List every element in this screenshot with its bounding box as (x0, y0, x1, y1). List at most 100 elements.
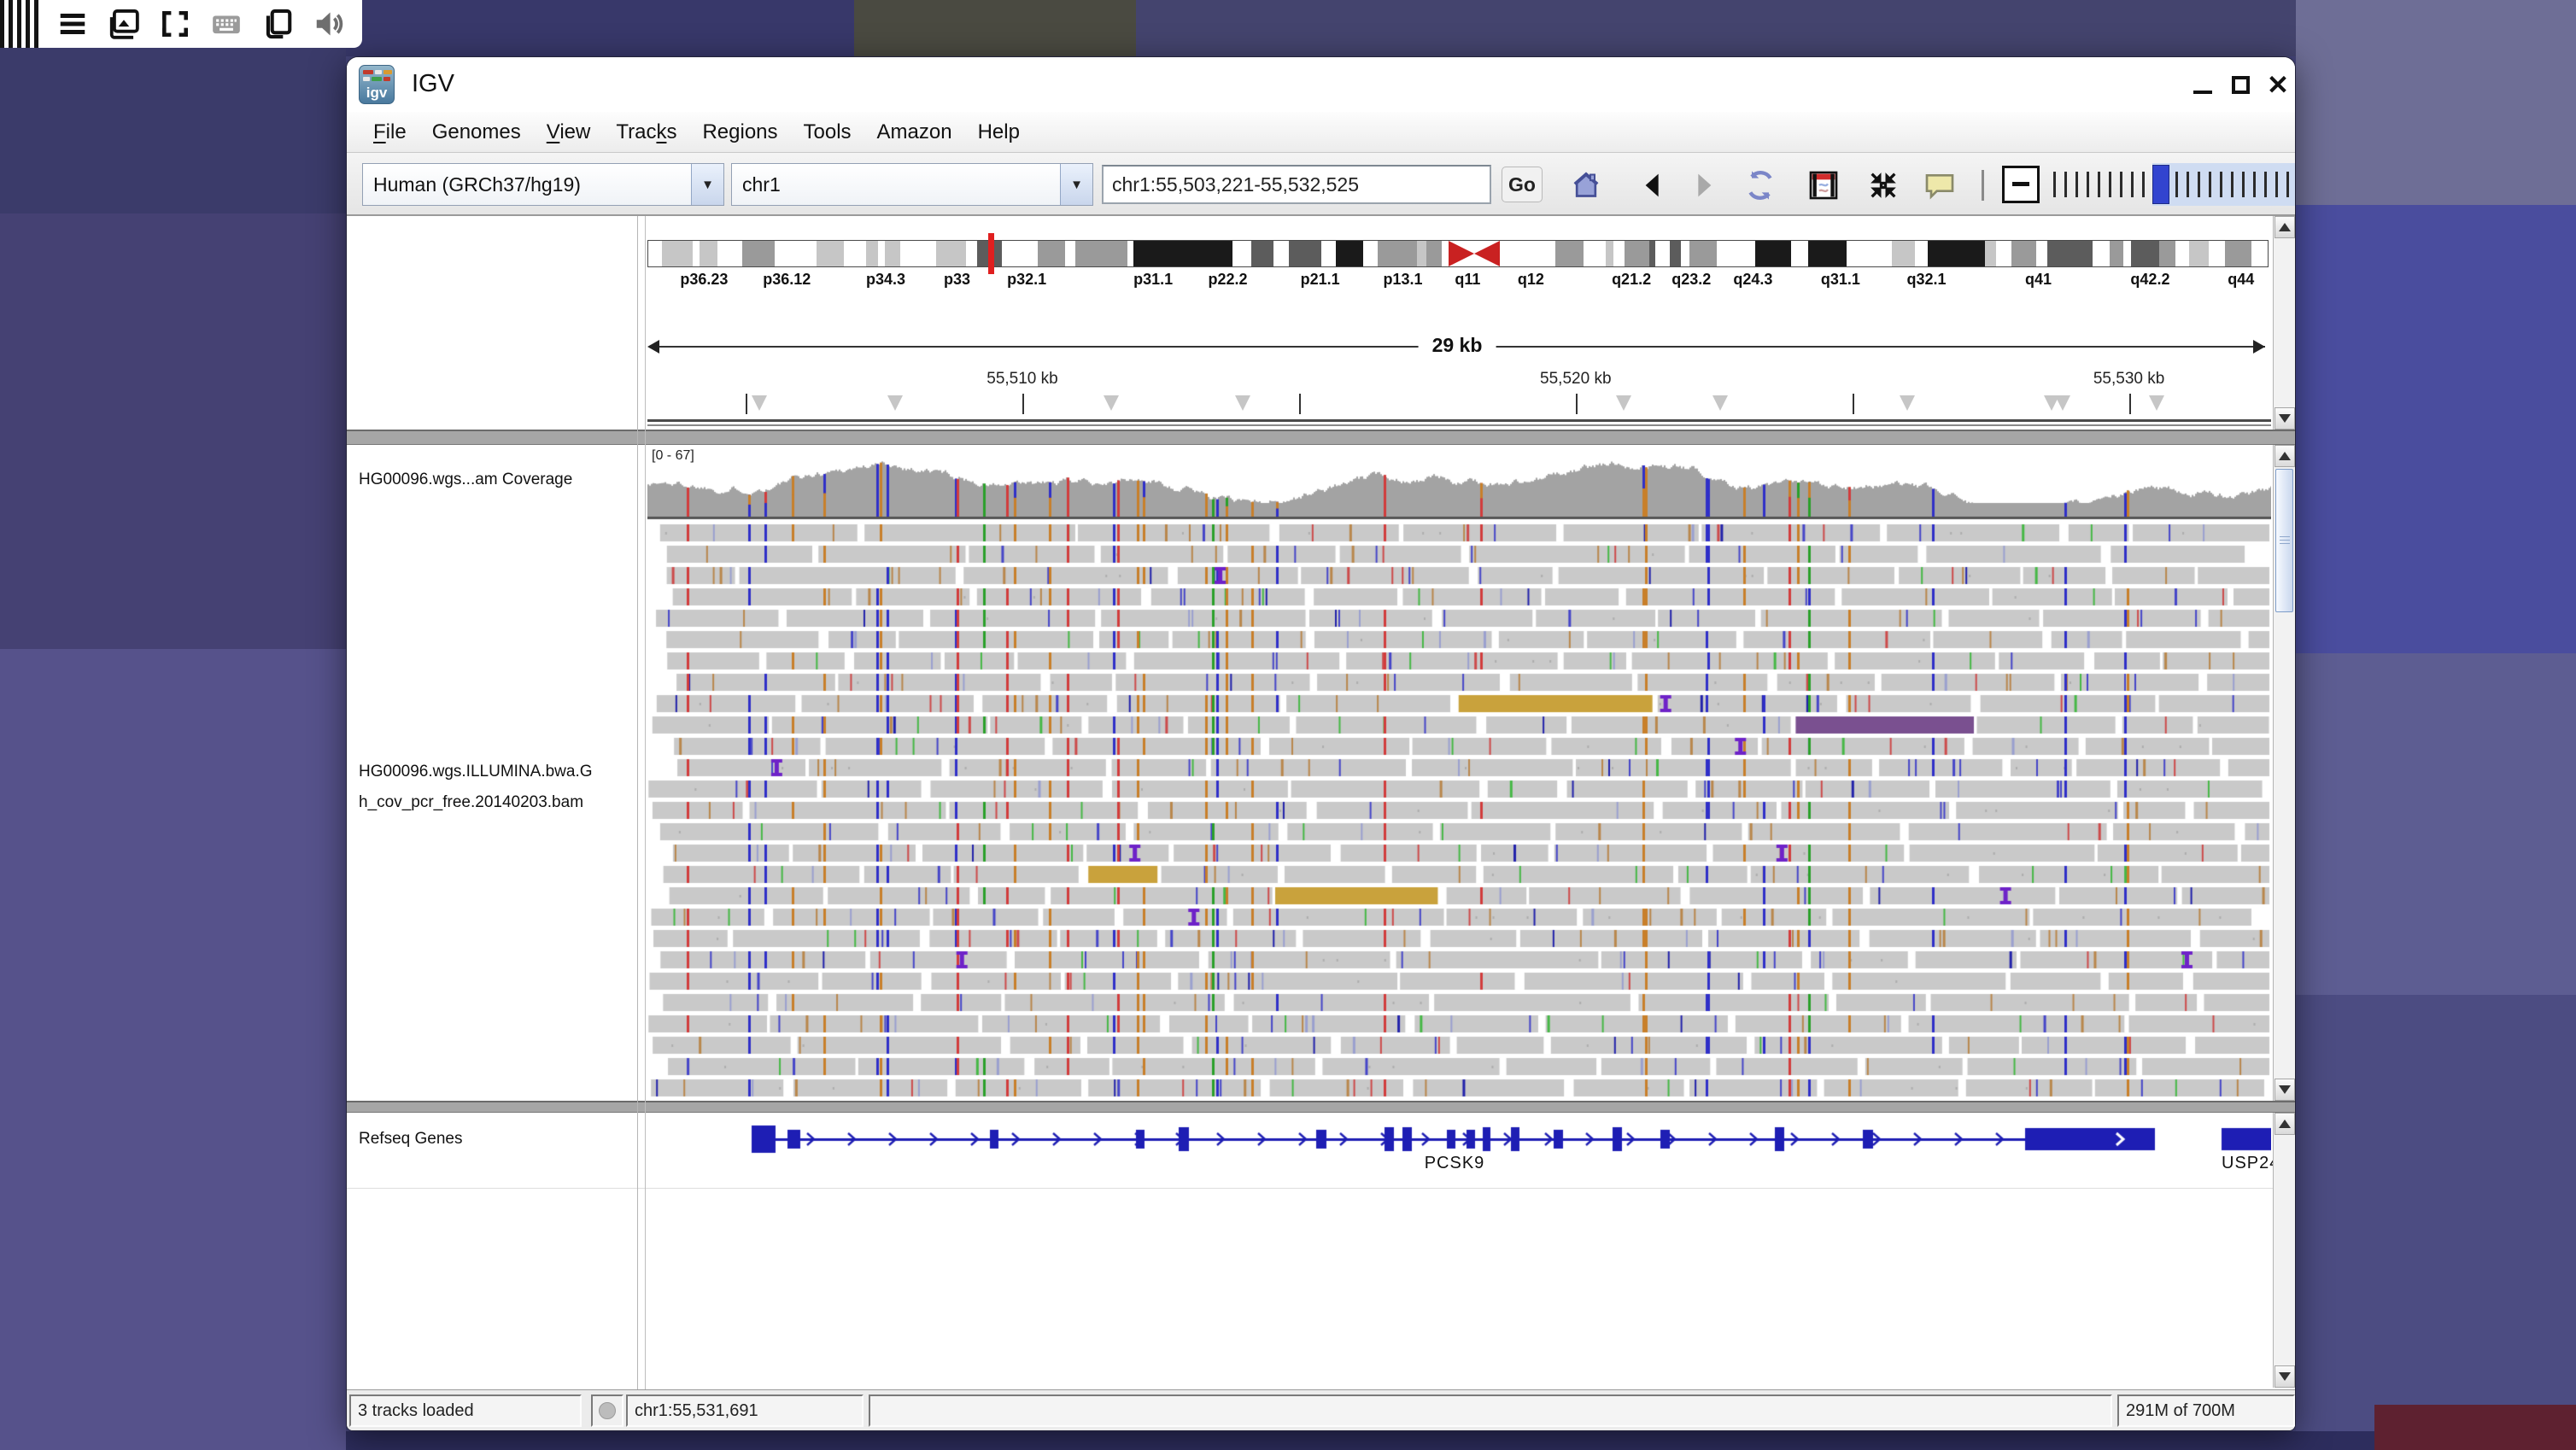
ruler-tick (1022, 394, 1024, 414)
home-icon[interactable] (1566, 167, 1606, 204)
cytoband (1336, 241, 1363, 266)
scrollbar-thumb[interactable] (2275, 469, 2293, 612)
cytoband (1273, 241, 1289, 266)
minimize-button[interactable] (2192, 74, 2217, 96)
background-patch (346, 1431, 2374, 1450)
alignment-track-label-line1[interactable]: HG00096.wgs.ILLUMINA.bwa.G (359, 763, 593, 781)
refresh-icon[interactable] (1741, 167, 1780, 204)
zoom-tick (2098, 172, 2100, 197)
chevron-down-icon[interactable]: ▼ (691, 164, 723, 205)
cytoband (1066, 241, 1075, 266)
collapse-tracks-icon[interactable] (1864, 167, 1903, 204)
zoom-tick (2131, 172, 2134, 197)
forward-icon[interactable] (1684, 167, 1724, 204)
span-arrowhead-left (647, 340, 659, 354)
panel-splitter[interactable] (347, 430, 2296, 445)
chromosome-select[interactable]: chr1 ▼ (731, 163, 1093, 206)
close-button[interactable]: ✕ (2265, 74, 2291, 96)
status-message (869, 1394, 2112, 1427)
chevron-down-icon[interactable]: ▼ (1060, 164, 1092, 205)
cytoband (1442, 241, 1449, 266)
cytoband-label: p34.3 (866, 271, 905, 289)
cytoband (1985, 241, 1996, 266)
region-tool-icon[interactable] (1804, 167, 1843, 204)
zoom-tick (2286, 172, 2289, 197)
copy-icon[interactable] (260, 6, 296, 42)
ruler-baseline (647, 419, 2271, 422)
gene-name-usp24: USP24 (2222, 1154, 2280, 1173)
alignment-canvas[interactable] (647, 445, 2271, 1101)
scroll-up-button[interactable] (2274, 445, 2295, 467)
marker-triangle-icon (1712, 395, 1728, 411)
zoom-tick (2187, 172, 2189, 197)
menu-item-genomes[interactable]: Genomes (432, 120, 521, 144)
menu-item-regions[interactable]: Regions (702, 120, 777, 144)
cytoband (2123, 241, 2132, 266)
ideogram-scrollbar[interactable] (2273, 216, 2295, 430)
chromosome-ideogram[interactable] (647, 240, 2269, 267)
cytoband (1717, 241, 1755, 266)
zoom-tick (2275, 172, 2278, 197)
menu-item-tools[interactable]: Tools (804, 120, 852, 144)
cytoband (1670, 241, 1681, 266)
scroll-down-button[interactable] (2274, 1079, 2295, 1101)
panel-splitter[interactable] (347, 1101, 2296, 1113)
chromosome-select-value: chr1 (732, 173, 1060, 196)
scroll-down-button[interactable] (2274, 1365, 2295, 1388)
go-button[interactable]: Go (1502, 167, 1543, 202)
zoom-out-icon[interactable] (2002, 166, 2040, 203)
gene-scrollbar[interactable] (2273, 1113, 2295, 1388)
track-separator (347, 1188, 2296, 1189)
fullscreen-icon[interactable] (157, 6, 193, 42)
menu-item-help[interactable]: Help (978, 120, 1020, 144)
gene-canvas[interactable] (647, 1113, 2271, 1190)
cytoband (1625, 241, 1649, 266)
tooltip-bubble-icon[interactable] (1920, 167, 1959, 204)
title-bar[interactable]: igv IGV ✕ (347, 57, 2295, 112)
menu-icon[interactable] (55, 6, 91, 42)
cytoband-label: p36.12 (763, 271, 811, 289)
keyboard-icon[interactable] (208, 6, 244, 42)
background-patch (0, 649, 346, 1450)
ruler-tick (1299, 394, 1301, 414)
menu-item-file[interactable]: File (373, 120, 407, 144)
cytoband (1321, 241, 1335, 266)
cytoband-label: q24.3 (1733, 271, 1772, 289)
cytoband (900, 241, 936, 266)
scroll-down-button[interactable] (2274, 407, 2295, 430)
back-icon[interactable] (1633, 167, 1672, 204)
background-patch (0, 213, 346, 649)
alignment-scrollbar[interactable] (2273, 445, 2295, 1101)
main-content: p36.23p36.12p34.3p33p32.1p31.1p22.2p21.1… (347, 216, 2296, 1389)
centromere-icon (1449, 241, 1474, 266)
cytoband (2159, 241, 2175, 266)
scroll-up-button[interactable] (2274, 1113, 2295, 1135)
label-column-divider[interactable] (637, 216, 638, 1389)
cytoband-label: p32.1 (1007, 271, 1046, 289)
speaker-icon[interactable] (311, 6, 347, 42)
cytoband (1681, 241, 1689, 266)
background-patch (346, 0, 854, 56)
cytoband (1251, 241, 1273, 266)
zoom-tick (2264, 172, 2267, 197)
gene-track-label[interactable]: Refseq Genes (359, 1130, 462, 1149)
zoom-slider[interactable] (2050, 163, 2295, 206)
marker-triangle-icon (2149, 395, 2164, 411)
gallery-icon[interactable] (106, 6, 142, 42)
alignment-track-label-line2[interactable]: h_cov_pcr_free.20140203.bam (359, 793, 583, 812)
locus-input[interactable] (1102, 165, 1491, 204)
menu-item-tracks[interactable]: Tracks (616, 120, 676, 144)
zoom-slider-highlight (2152, 163, 2295, 206)
marker-triangle-icon (752, 395, 767, 411)
cytoband (2131, 241, 2158, 266)
taskbar (0, 0, 362, 48)
zoom-slider-thumb[interactable] (2152, 165, 2169, 204)
menu-item-amazon[interactable]: Amazon (877, 120, 952, 144)
cytoband (2189, 241, 2209, 266)
menu-item-view[interactable]: View (547, 120, 591, 144)
cytoband-label: p13.1 (1383, 271, 1422, 289)
scroll-up-button[interactable] (2274, 216, 2295, 238)
genome-select[interactable]: Human (GRCh37/hg19) ▼ (362, 163, 724, 206)
coverage-track-label[interactable]: HG00096.wgs...am Coverage (359, 471, 572, 489)
maximize-button[interactable] (2229, 74, 2255, 96)
